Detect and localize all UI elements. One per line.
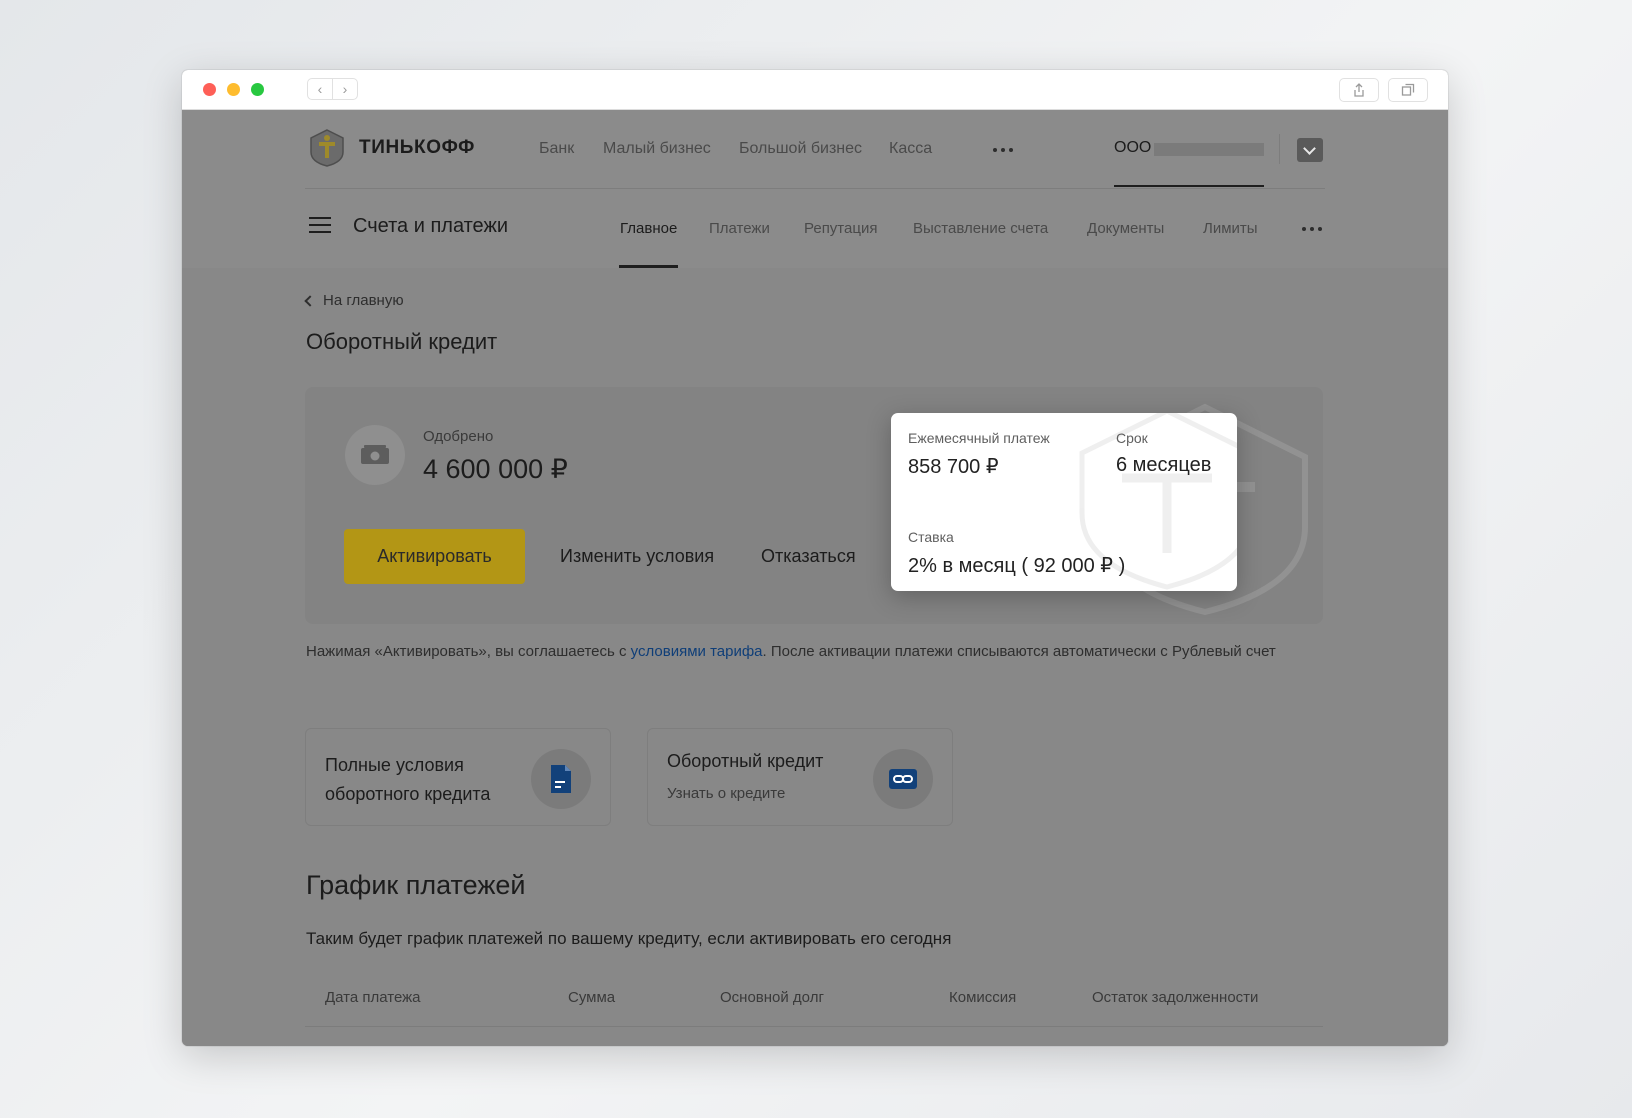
tab-invoicing[interactable]: Выставление счета	[913, 220, 1048, 237]
legal-notice: Нажимая «Активировать», вы соглашаетесь …	[306, 639, 1326, 664]
about-credit-title: Оборотный кредит	[667, 751, 824, 771]
schedule-title: График платежей	[306, 870, 526, 900]
decline-button[interactable]: Отказаться	[761, 546, 856, 567]
brand-name: ТИНЬКОФФ	[359, 137, 475, 158]
brand-logo-icon	[310, 129, 344, 167]
column-header-commission: Комиссия	[949, 989, 1017, 1006]
tariff-terms-link[interactable]: условиями тарифа	[631, 643, 763, 660]
tab-main[interactable]: Главное	[620, 220, 677, 237]
legal-text-after: . После активации платежи списываются ав…	[762, 643, 1276, 660]
column-header-amount: Сумма	[568, 989, 616, 1006]
back-icon[interactable]: ‹	[307, 78, 333, 100]
full-terms-line-1: Полные условия	[325, 755, 464, 775]
term-value: 6 месяцев	[1116, 454, 1212, 476]
header-separator	[305, 188, 1325, 189]
chevron-left-icon	[304, 294, 316, 307]
site-header: ТИНЬКОФФ Банк Малый бизнес Большой бизне…	[182, 110, 1448, 268]
full-terms-line-2: оборотного кредита	[325, 784, 491, 804]
about-credit-card[interactable]: Оборотный кредит Узнать о кредите	[647, 728, 953, 826]
rate-value: 2% в месяц ( 92 000 ₽ )	[908, 555, 1126, 577]
menu-icon[interactable]	[309, 217, 331, 235]
more-tabs-icon[interactable]	[1302, 227, 1322, 231]
tab-reputation[interactable]: Репутация	[804, 220, 877, 237]
browser-titlebar: ‹ ›	[182, 70, 1448, 110]
organization-name-redacted	[1154, 143, 1264, 156]
brand-logo[interactable]: ТИНЬКОФФ	[305, 128, 475, 168]
credit-details-popover: Ежемесячный платеж 858 700 ₽ Срок 6 меся…	[891, 413, 1237, 591]
document-icon	[531, 749, 591, 809]
column-header-date: Дата платежа	[325, 989, 421, 1006]
monthly-payment-value: 858 700 ₽	[908, 456, 999, 478]
section-title: Счета и платежи	[353, 215, 509, 237]
rate-label: Ставка	[908, 529, 954, 545]
topnav-kassa[interactable]: Касса	[889, 140, 932, 158]
forward-icon[interactable]: ›	[332, 78, 358, 100]
column-header-principal: Основной долг	[720, 989, 824, 1006]
full-terms-card[interactable]: Полные условия оборотного кредита	[305, 728, 611, 826]
minimize-window-button[interactable]	[227, 83, 240, 96]
topnav-large-business[interactable]: Большой бизнес	[739, 140, 862, 158]
page-content: ТИНЬКОФФ Банк Малый бизнес Большой бизне…	[182, 110, 1448, 1046]
share-icon[interactable]	[1339, 78, 1379, 102]
tab-limits[interactable]: Лимиты	[1203, 220, 1258, 237]
back-link[interactable]: На главную	[304, 292, 404, 309]
page-title: Оборотный кредит	[306, 329, 498, 354]
link-icon	[873, 749, 933, 809]
column-header-balance: Остаток задолженности	[1092, 989, 1259, 1006]
close-window-button[interactable]	[203, 83, 216, 96]
about-credit-subtitle: Узнать о кредите	[667, 785, 786, 802]
full-terms-title: Полные условия оборотного кредита	[325, 751, 490, 809]
activate-button[interactable]: Активировать	[344, 529, 525, 584]
term-label: Срок	[1116, 430, 1148, 446]
approved-amount: 4 600 000 ₽	[423, 454, 568, 484]
active-tab-indicator	[619, 265, 678, 268]
tab-payments[interactable]: Платежи	[709, 220, 770, 237]
more-icon[interactable]	[993, 148, 1013, 152]
organization-underline	[1114, 185, 1264, 187]
cash-icon	[345, 425, 405, 485]
browser-window: ‹ › ТИНЬКОФФ Банк Малый бизнес Большой б…	[182, 70, 1448, 1046]
topnav-bank[interactable]: Банк	[539, 140, 574, 158]
maximize-window-button[interactable]	[251, 83, 264, 96]
schedule-description: Таким будет график платежей по вашему кр…	[306, 929, 952, 948]
back-link-label: На главную	[323, 292, 404, 309]
change-terms-button[interactable]: Изменить условия	[560, 546, 714, 567]
mail-icon[interactable]	[1297, 138, 1323, 162]
topnav-small-business[interactable]: Малый бизнес	[603, 140, 711, 158]
header-divider	[1279, 134, 1280, 164]
legal-text-before: Нажимая «Активировать», вы соглашаетесь …	[306, 643, 631, 660]
approved-label: Одобрено	[423, 428, 494, 445]
tab-documents[interactable]: Документы	[1087, 220, 1164, 237]
table-header-divider	[305, 1026, 1323, 1027]
monthly-payment-label: Ежемесячный платеж	[908, 430, 1050, 446]
tabs-icon[interactable]	[1388, 78, 1428, 102]
organization-name[interactable]: ООО	[1114, 139, 1151, 157]
